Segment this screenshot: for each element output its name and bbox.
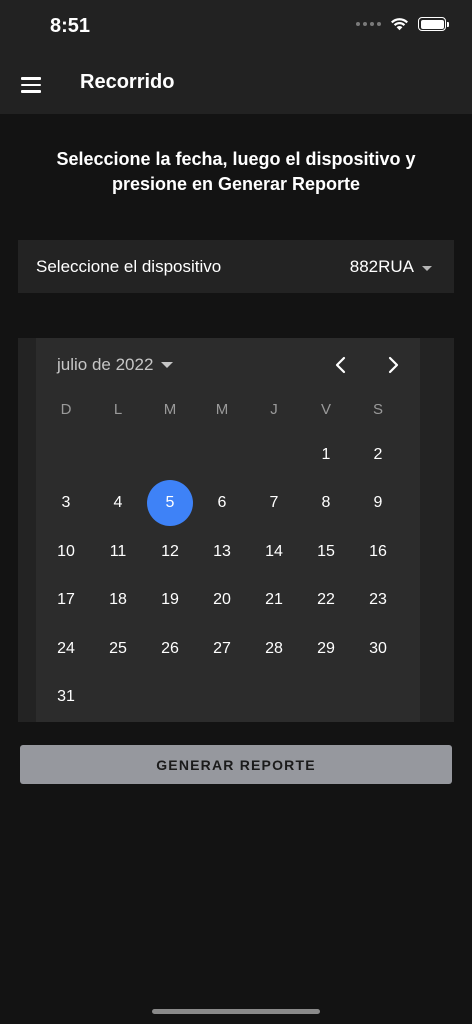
device-selected-value: 882RUA	[349, 257, 414, 276]
calendar-day[interactable]: 11	[94, 529, 142, 575]
wifi-icon	[391, 18, 408, 31]
calendar-day[interactable]: 8	[302, 480, 350, 526]
hamburger-menu-icon[interactable]	[14, 68, 48, 102]
home-indicator	[152, 1009, 320, 1014]
calendar-day[interactable]: 12	[146, 529, 194, 575]
calendar-day[interactable]: 24	[42, 626, 90, 672]
instructions-line-1: Seleccione la fecha, luego el dispositiv…	[56, 149, 416, 169]
chevron-left-icon[interactable]	[326, 350, 356, 380]
instructions-text: Seleccione la fecha, luego el dispositiv…	[40, 147, 432, 197]
calendar-day[interactable]: 23	[354, 577, 402, 623]
caret-down-icon	[422, 265, 432, 271]
calendar-day[interactable]: 26	[146, 626, 194, 672]
calendar-day[interactable]: 9	[354, 480, 402, 526]
month-selector[interactable]: julio de 2022	[57, 355, 174, 375]
caret-down-icon	[161, 362, 174, 368]
generate-report-button[interactable]: GENERAR REPORTE	[20, 745, 452, 784]
device-dropdown[interactable]: 882RUA	[350, 257, 432, 277]
calendar-day-selected[interactable]: 5	[146, 480, 194, 526]
calendar-day[interactable]: 21	[250, 577, 298, 623]
chevron-right-icon[interactable]	[378, 350, 408, 380]
calendar-day[interactable]: 16	[354, 529, 402, 575]
app-title: Recorrido	[80, 71, 175, 93]
weekday-label: L	[113, 401, 123, 418]
calendar-day[interactable]: 2	[354, 432, 402, 478]
calendar-day[interactable]: 29	[302, 626, 350, 672]
calendar-day[interactable]: 18	[94, 577, 142, 623]
calendar-day[interactable]: 22	[302, 577, 350, 623]
calendar-day[interactable]: 1	[302, 432, 350, 478]
status-bar: 8:51	[0, 0, 472, 56]
calendar-day[interactable]: 4	[94, 480, 142, 526]
calendar-day[interactable]: 17	[42, 577, 90, 623]
device-selector-row[interactable]: Seleccione el dispositivo 882RUA	[18, 240, 454, 293]
calendar-day[interactable]: 20	[198, 577, 246, 623]
calendar-day[interactable]: 3	[42, 480, 90, 526]
calendar-day[interactable]: 15	[302, 529, 350, 575]
calendar-day[interactable]: 7	[250, 480, 298, 526]
weekday-label: D	[60, 401, 72, 418]
calendar-day[interactable]: 25	[94, 626, 142, 672]
calendar-day[interactable]: 13	[198, 529, 246, 575]
calendar-day[interactable]: 10	[42, 529, 90, 575]
month-label: julio de 2022	[57, 355, 154, 374]
status-time: 8:51	[50, 15, 91, 37]
signal-dots-icon	[356, 22, 381, 26]
calendar: julio de 2022 D L M M J V S 1 2 3 4 5 6 7 8 9 10 11 12 13 14…	[36, 338, 420, 722]
calendar-day[interactable]: 14	[250, 529, 298, 575]
calendar-day[interactable]: 28	[250, 626, 298, 672]
weekday-label: M	[163, 401, 177, 418]
battery-icon	[418, 17, 449, 31]
weekday-label: M	[215, 401, 229, 418]
calendar-day[interactable]: 19	[146, 577, 194, 623]
app-bar: Recorrido	[0, 56, 472, 114]
calendar-day[interactable]: 30	[354, 626, 402, 672]
device-label: Seleccione el dispositivo	[36, 257, 222, 276]
status-icons	[356, 17, 449, 31]
calendar-day[interactable]: 31	[42, 674, 90, 720]
calendar-day[interactable]: 6	[198, 480, 246, 526]
weekday-label: V	[320, 401, 331, 418]
weekday-label: J	[270, 401, 278, 418]
calendar-day[interactable]: 27	[198, 626, 246, 672]
instructions-line-2: presione en Generar Reporte	[111, 174, 361, 194]
weekday-label: S	[372, 401, 383, 418]
calendar-container: julio de 2022 D L M M J V S 1 2 3 4 5 6 7 8 9 10 11 12 13 14…	[18, 338, 454, 722]
